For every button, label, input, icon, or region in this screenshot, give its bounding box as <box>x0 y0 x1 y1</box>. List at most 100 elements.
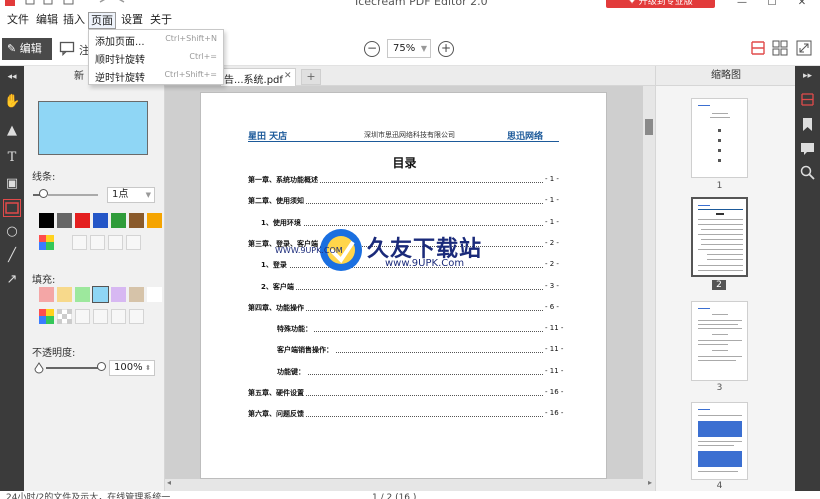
tab-document[interactable]: 告 ...系统.pdf ✕ <box>220 68 296 86</box>
hand-tool-icon[interactable]: ✋ <box>4 94 20 110</box>
toc-entry-title: 第一章、系统功能概述 <box>248 175 320 185</box>
fill-color-swatch[interactable] <box>57 287 72 302</box>
tab-new[interactable]: 新 <box>74 68 84 86</box>
fill-color-swatch[interactable] <box>129 287 144 302</box>
zoom-out-button[interactable]: − <box>364 41 380 57</box>
expand-panel-icon[interactable]: ▸▸ <box>800 69 815 84</box>
custom-color-slot[interactable] <box>90 235 105 250</box>
stroke-color-swatch[interactable] <box>147 213 162 228</box>
custom-color-slot[interactable] <box>126 235 141 250</box>
custom-color-slot[interactable] <box>108 235 123 250</box>
custom-fill-slot[interactable] <box>111 309 126 324</box>
fill-color-wheel-icon[interactable] <box>39 309 54 324</box>
select-tool-icon[interactable]: ▲ <box>4 123 20 139</box>
close-tab-icon[interactable]: ✕ <box>284 71 292 81</box>
stroke-color-swatch[interactable] <box>129 213 144 228</box>
thumbnail-page-3[interactable] <box>691 301 748 381</box>
menu-file[interactable]: 文件 <box>5 12 31 29</box>
fill-color-swatch[interactable] <box>75 287 90 302</box>
stroke-color-swatch[interactable] <box>111 213 126 228</box>
stroke-color-swatch[interactable] <box>93 213 108 228</box>
toc-entry-page: - 6 - <box>544 303 559 311</box>
single-page-view-icon[interactable] <box>750 40 766 56</box>
comment-icon[interactable] <box>59 40 75 56</box>
search-icon[interactable] <box>800 165 815 180</box>
ellipse-tool-icon[interactable]: ○ <box>4 224 20 240</box>
document-view[interactable]: 星田 天店 深圳市思迅网络科技有限公司 思迅网络 目录 第一章、系统功能概述 - … <box>165 86 655 479</box>
chevron-down-icon: ▼ <box>420 44 427 53</box>
toc-entry[interactable]: 特殊功能： - 11 - <box>201 324 608 336</box>
thumbnail-page-2[interactable] <box>691 197 748 277</box>
collapse-panel-icon[interactable]: ◂◂ <box>4 69 20 85</box>
text-tool-icon[interactable]: T <box>4 150 20 166</box>
zoom-select[interactable]: 75% ▼ <box>387 39 431 58</box>
thumbnails-toggle-icon[interactable] <box>800 92 815 107</box>
thumbnail-page-1[interactable] <box>691 98 748 178</box>
comments-panel-icon[interactable] <box>800 141 815 156</box>
document-vertical-scrollbar[interactable] <box>643 86 655 479</box>
scroll-right-icon[interactable]: ▸ <box>648 478 652 487</box>
menu-item-add-page[interactable]: 添加页面... Ctrl+Shift+N <box>89 31 223 49</box>
document-horizontal-scrollbar[interactable]: ◂ ▸ <box>165 478 655 491</box>
thumbnail-page-4[interactable] <box>691 402 748 480</box>
line-tool-icon[interactable]: ╱ <box>4 248 20 264</box>
toc-entry[interactable]: 第五章、硬件设置 - 16 - <box>201 388 608 400</box>
opacity-slider-knob[interactable] <box>97 362 106 371</box>
scroll-left-icon[interactable]: ◂ <box>167 478 171 487</box>
menu-page[interactable]: 页面 <box>88 12 116 29</box>
upgrade-button[interactable]: ✦ 升级到专业版 <box>606 0 715 8</box>
opacity-stepper[interactable]: 100% ⬍ <box>109 360 155 376</box>
watermark-small: WWW.9UPK.COM <box>275 246 343 255</box>
toc-entry[interactable]: 第二章、使用须知 - 1 - <box>201 196 608 208</box>
stroke-width-select[interactable]: 1点 ▼ <box>107 187 155 203</box>
menu-about[interactable]: 关于 <box>148 12 174 29</box>
stroke-color-swatch[interactable] <box>75 213 90 228</box>
minimize-button[interactable]: — <box>735 0 749 8</box>
fill-color-swatch[interactable] <box>147 287 162 302</box>
edit-mode-button[interactable]: ✎ 编辑 <box>2 38 52 60</box>
add-tab-button[interactable]: + <box>301 69 321 85</box>
rectangle-tool-icon[interactable] <box>3 199 21 217</box>
toc-entry[interactable]: 2、客户端 - 3 - <box>201 282 608 294</box>
image-tool-icon[interactable]: ▣ <box>4 176 20 192</box>
color-wheel-icon[interactable] <box>39 235 54 250</box>
menu-bar: 文件 编辑 插入 页面 设置 关于 <box>0 10 820 30</box>
fill-color-swatch[interactable] <box>39 287 54 302</box>
toc-entry[interactable]: 1、使用环境 - 1 - <box>201 218 608 230</box>
fullscreen-icon[interactable] <box>796 40 812 56</box>
stepper-arrows-icon: ⬍ <box>145 364 151 372</box>
toc-entry[interactable]: 功能键： - 11 - <box>201 367 608 379</box>
menu-edit[interactable]: 编辑 <box>34 12 60 29</box>
toc-entry[interactable]: 客户端销售操作： - 11 - <box>201 345 608 357</box>
stroke-slider-knob[interactable] <box>39 189 48 198</box>
bookmark-icon[interactable] <box>800 117 815 132</box>
zoom-in-button[interactable]: + <box>438 41 454 57</box>
arrow-tool-icon[interactable]: ↗ <box>4 272 20 288</box>
toc-leader-dots <box>277 331 547 332</box>
stroke-color-swatch[interactable] <box>39 213 54 228</box>
menu-insert[interactable]: 插入 <box>61 12 87 29</box>
transparent-fill-icon[interactable] <box>57 309 72 324</box>
menu-item-rotate-cw[interactable]: 顺时针旋转 Ctrl+= <box>89 49 223 67</box>
stroke-color-swatch[interactable] <box>57 213 72 228</box>
grid-view-icon[interactable] <box>772 40 788 56</box>
menu-item-rotate-ccw[interactable]: 逆时针旋转 Ctrl+Shift+= <box>89 67 223 85</box>
toc-entry-page: - 11 - <box>544 345 564 353</box>
scrollbar-thumb[interactable] <box>645 119 653 135</box>
custom-color-slot[interactable] <box>72 235 87 250</box>
custom-fill-slot[interactable] <box>93 309 108 324</box>
custom-fill-slot[interactable] <box>75 309 90 324</box>
undo-redo-icon[interactable] <box>98 0 128 8</box>
close-button[interactable]: ✕ <box>795 0 809 8</box>
toc-entry[interactable]: 第一章、系统功能概述 - 1 - <box>201 175 608 187</box>
menu-item-label: 顺时针旋转 <box>95 55 145 66</box>
toc-entry[interactable]: 第六章、问题反馈 - 16 - <box>201 409 608 421</box>
fill-color-swatch[interactable] <box>92 286 109 303</box>
menu-settings[interactable]: 设置 <box>119 12 145 29</box>
maximize-button[interactable]: ☐ <box>765 0 779 8</box>
toc-entry-title: 1、登录 <box>261 260 289 270</box>
pdf-page[interactable]: 星田 天店 深圳市思迅网络科技有限公司 思迅网络 目录 第一章、系统功能概述 - … <box>200 92 607 479</box>
fill-color-swatch[interactable] <box>111 287 126 302</box>
custom-fill-slot[interactable] <box>129 309 144 324</box>
toc-entry[interactable]: 第四章、功能操作 - 6 - <box>201 303 608 315</box>
